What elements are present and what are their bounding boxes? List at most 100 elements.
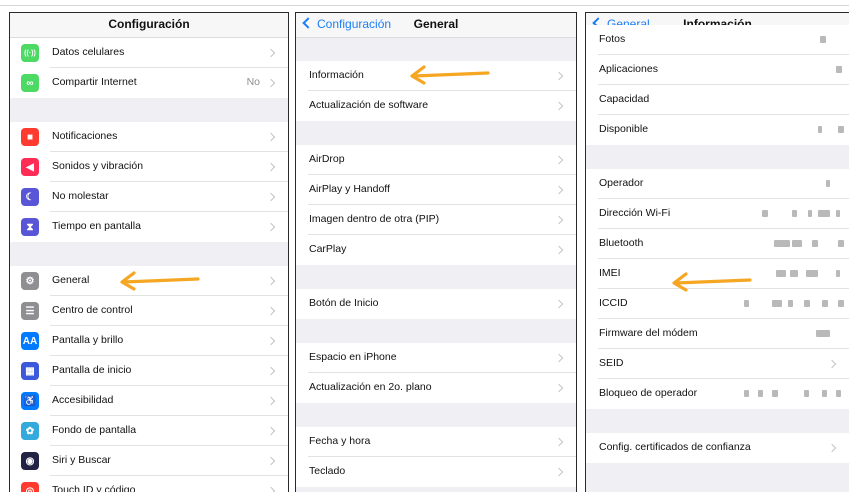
list-item-actualizacion-de-software[interactable]: Actualización de software [296,91,576,121]
page-title: Configuración [108,17,190,31]
chevron-right-icon [266,222,276,232]
redacted-value [806,270,818,277]
toggles-icon: ☰ [21,302,39,320]
redacted-value [818,126,822,133]
list-item-capacidad: Capacidad [586,85,849,115]
list-item-airplay-y-handoff[interactable]: AirPlay y Handoff [296,175,576,205]
list-item-fecha-y-hora[interactable]: Fecha y hora [296,427,576,457]
list-item-label: Fondo de pantalla [52,424,137,436]
top-divider [0,5,849,6]
list-item-imagen-dentro-de-otra-pip[interactable]: Imagen dentro de otra (PIP) [296,205,576,235]
list-item-no-molestar[interactable]: ☾ No molestar [10,182,288,212]
list-item-label: Pantalla de inicio [52,364,132,376]
list-item-label: Touch ID y código [52,484,136,492]
list-item-seid: SEID [586,349,849,379]
chevron-right-icon [266,78,276,88]
list-item-label: Imagen dentro de otra (PIP) [309,213,440,225]
list-item-firmware-del-modem: Firmware del módem [586,319,849,349]
chevron-right-icon [554,245,564,255]
list-item-label: Compartir Internet [52,76,137,88]
redacted-value [822,300,828,307]
list-item-fondo-de-pantalla[interactable]: ✿ Fondo de pantalla [10,416,288,446]
moon-icon: ☾ [21,188,39,206]
list-item-espacio-en-iphone[interactable]: Espacio en iPhone [296,343,576,373]
chevron-right-icon [266,426,276,436]
list-item-label: Teclado [309,465,346,477]
redacted-value [772,300,782,307]
redacted-value [792,240,802,247]
page-title: General [413,17,459,31]
redacted-value [836,66,842,73]
list-item-label: Datos celulares [52,46,125,58]
list-item-datos-celulares[interactable]: ((·)) Datos celulares [10,38,288,68]
section-gap [296,121,576,145]
home-grid-icon: ▦ [21,362,39,380]
section-gap [296,403,576,427]
list-item-label: CarPlay [309,243,347,255]
chevron-right-icon [266,276,276,286]
chevron-right-icon [827,359,837,369]
chevron-right-icon [554,155,564,165]
list-item-notificaciones[interactable]: ■ Notificaciones [10,122,288,152]
list-item-accesibilidad[interactable]: ♿ Accesibilidad [10,386,288,416]
list-item-bloqueo-de-operador: Bloqueo de operador [586,379,849,409]
list-item-boton-de-inicio[interactable]: Botón de Inicio [296,289,576,319]
hourglass-icon: ⧗ [21,218,39,236]
list-item-label: Accesibilidad [52,394,114,406]
list-item-pantalla-de-inicio[interactable]: ▦ Pantalla de inicio [10,356,288,386]
chevron-right-icon [266,336,276,346]
section-gap [586,145,849,169]
list-item-tiempo-en-pantalla[interactable]: ⧗ Tiempo en pantalla [10,212,288,242]
speaker-icon: ◀ [21,158,39,176]
list-item-siri-y-buscar[interactable]: ◉ Siri y Buscar [10,446,288,476]
redacted-value [744,300,749,307]
list-item-centro-de-control[interactable]: ☰ Centro de control [10,296,288,326]
wallpaper-icon: ✿ [21,422,39,440]
list-item-direccion-wi-fi: Dirección Wi-Fi [586,199,849,229]
list-item-aplicaciones: Aplicaciones [586,55,849,85]
chevron-right-icon [554,467,564,477]
chevron-right-icon [554,299,564,309]
list-item-label: Notificaciones [52,130,118,142]
list-item-carplay[interactable]: CarPlay [296,235,576,265]
section-gap [10,242,288,266]
chevron-right-icon [554,383,564,393]
hotspot-icon: ∞ [21,74,39,92]
antenna-icon: ((·)) [21,44,39,62]
list-item-touch-id-y-codigo[interactable]: ◎ Touch ID y código [10,476,288,492]
list-item-bluetooth: Bluetooth [586,229,849,259]
settings-panel: Configuración ((·)) Datos celulares ∞ Compa… [9,12,289,492]
list-item-teclado[interactable]: Teclado [296,457,576,487]
info-panel: General Información Fotos Aplicaciones Cap… [585,12,849,492]
redacted-value [772,390,778,397]
list-item-label: Pantalla y brillo [52,334,124,346]
fingerprint-icon: ◎ [21,482,39,492]
list-item-pantalla-y-brillo[interactable]: AA Pantalla y brillo [10,326,288,356]
list-item-label: AirPlay y Handoff [309,183,390,195]
list-item-label: Centro de control [52,304,133,316]
chevron-right-icon [554,353,564,363]
redacted-value [812,240,818,247]
list-item-disponible: Disponible [586,115,849,145]
redacted-value [776,270,786,277]
section-gap [296,319,576,343]
list-item-label: Operador [599,177,644,189]
redacted-value [762,210,768,217]
list-item-label: Dirección Wi-Fi [599,207,671,219]
chevron-right-icon [266,192,276,202]
redacted-value [804,390,809,397]
chevron-right-icon [554,71,564,81]
chevron-right-icon [554,101,564,111]
general-panel: Configuración General Información Actuali… [295,12,577,492]
list-item-sonidos-y-vibracion[interactable]: ◀ Sonidos y vibración [10,152,288,182]
list-item-label: Tiempo en pantalla [52,220,141,232]
settings-navbar: Configuración [10,13,288,38]
redacted-value [836,270,840,277]
list-item-airdrop[interactable]: AirDrop [296,145,576,175]
redacted-value [788,300,793,307]
list-item-compartir-internet[interactable]: ∞ Compartir Internet No [10,68,288,98]
list-item-label: Firmware del módem [599,327,698,339]
list-item-label: No molestar [52,190,109,202]
list-item-actualizacion-en-2o-plano[interactable]: Actualización en 2o. plano [296,373,576,403]
list-item-config-certificados-de-confianza[interactable]: Config. certificados de confianza [586,433,849,463]
